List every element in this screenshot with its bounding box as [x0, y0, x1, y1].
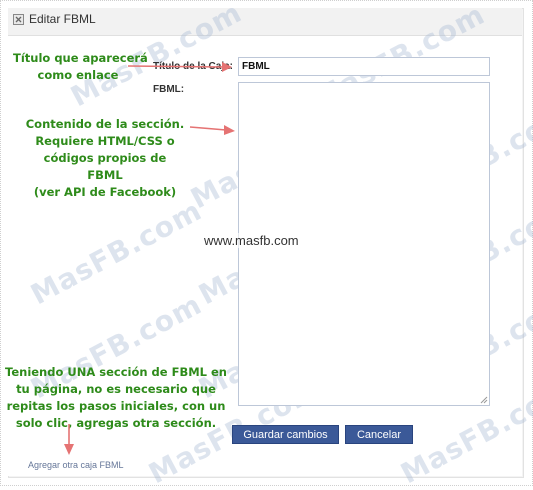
arrow-to-title-icon: [127, 62, 232, 72]
arrow-to-fbml-icon: [189, 125, 235, 135]
annotation-arrows: [64, 62, 235, 455]
arrow-to-add-link-icon: [64, 424, 74, 455]
